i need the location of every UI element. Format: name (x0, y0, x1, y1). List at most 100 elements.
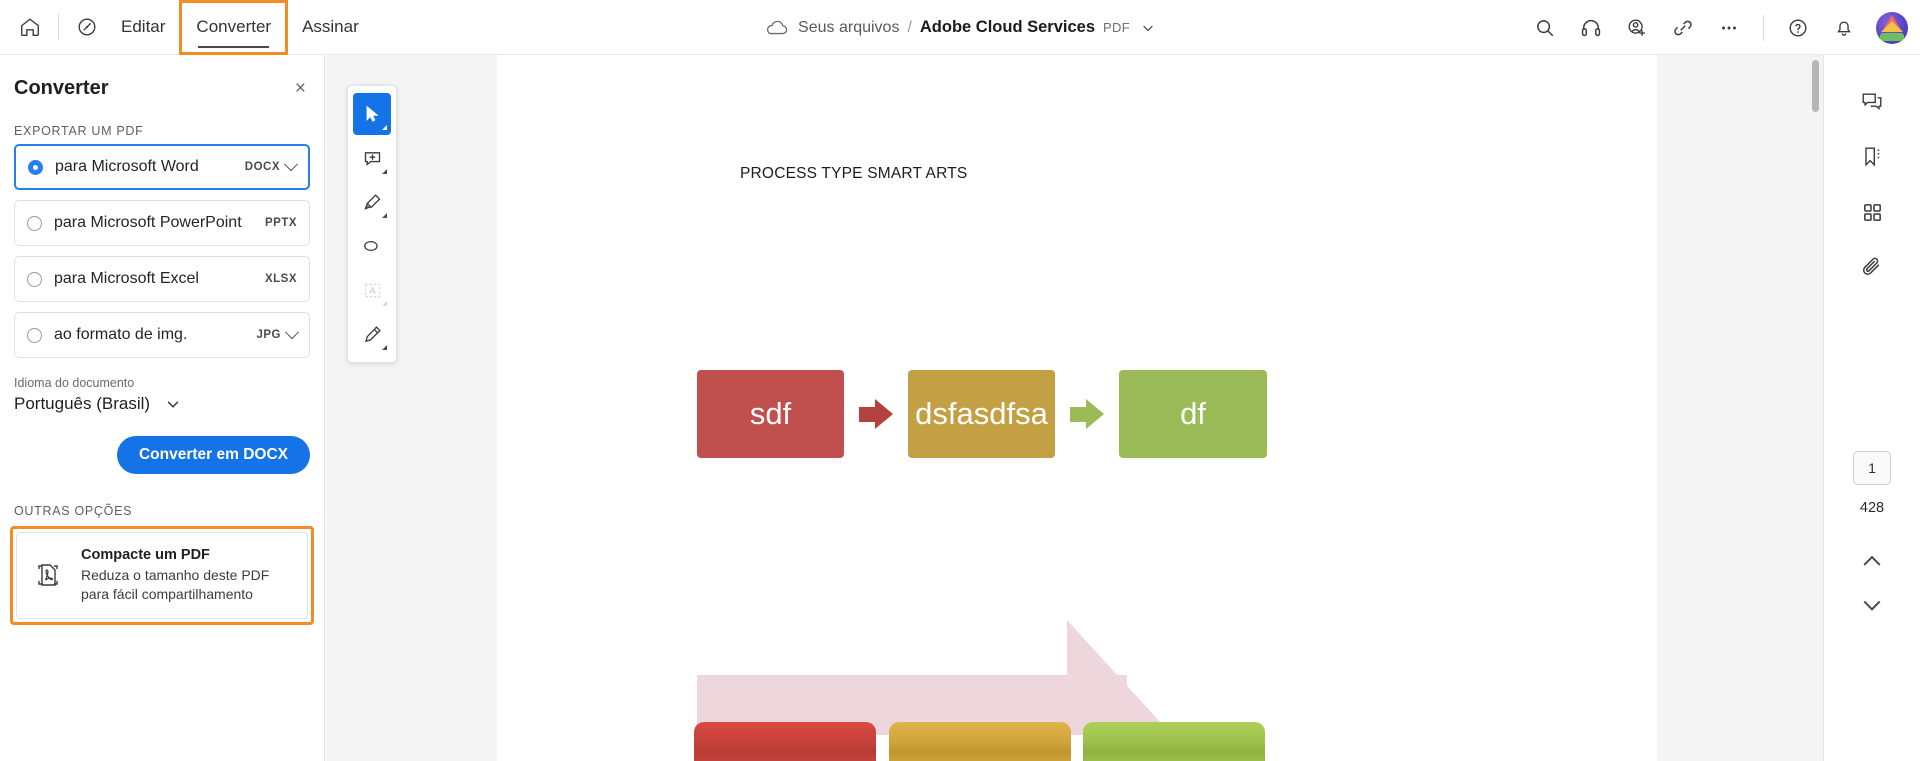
document-scrollbar[interactable] (1812, 60, 1819, 112)
notifications-bell-icon[interactable] (1824, 8, 1864, 48)
comments-panel-icon[interactable] (1851, 81, 1893, 123)
draw-lasso-tool[interactable] (353, 225, 391, 267)
export-option-excel-label: para Microsoft Excel (54, 270, 199, 287)
triangle-shape (1067, 620, 1172, 735)
chevron-up-icon (1863, 555, 1881, 573)
flow-arrow-1 (844, 399, 908, 429)
tab-assinar-label: Assinar (302, 17, 359, 36)
export-option-word-ext: DOCX (244, 161, 280, 173)
convert-button-wrapper: Converter em DOCX (0, 414, 324, 474)
radio-word[interactable] (28, 159, 43, 175)
current-page-input[interactable]: 1 (1853, 451, 1891, 485)
tab-converter[interactable]: Converter (179, 0, 289, 55)
help-icon[interactable] (1778, 8, 1818, 48)
home-icon[interactable] (10, 7, 50, 47)
page-thumbnails-icon[interactable] (1851, 191, 1893, 233)
chevron-down-icon[interactable] (164, 395, 182, 413)
link-icon[interactable] (1663, 8, 1703, 48)
export-section-label: EXPORTAR UM PDF (14, 124, 144, 138)
tool-expand-corner[interactable] (382, 213, 387, 218)
search-icon[interactable] (1525, 8, 1565, 48)
breadcrumb-folder[interactable]: Seus arquivos (798, 19, 899, 37)
radio-excel[interactable] (27, 271, 42, 287)
header-left-group: Editar Converter Assinar (0, 0, 373, 55)
convert-button[interactable]: Converter em DOCX (116, 436, 310, 474)
export-option-powerpoint[interactable]: para Microsoft PowerPoint PPTX (14, 200, 310, 246)
avatar[interactable] (1876, 11, 1908, 44)
export-option-excel[interactable]: para Microsoft Excel XLSX (14, 256, 310, 302)
header-right-divider (1763, 14, 1764, 41)
export-option-excel-right: XLSX (265, 273, 297, 285)
flow-box-2: dsfasdfsa (908, 370, 1055, 458)
recent-clock-icon[interactable] (67, 7, 107, 47)
add-person-icon[interactable] (1617, 8, 1657, 48)
export-option-word-left: para Microsoft Word (28, 158, 199, 176)
bottom-pill-green (1083, 722, 1265, 761)
avatar-shape-mid (1881, 20, 1903, 32)
add-comment-tool[interactable] (353, 137, 391, 179)
language-label: Idioma do documento (14, 376, 135, 390)
export-options-list: para Microsoft Word DOCX para Microsoft … (0, 144, 324, 358)
tab-editar-label: Editar (121, 17, 166, 36)
bookmarks-panel-icon[interactable] (1851, 136, 1893, 178)
smartart-bottom-graphic (672, 620, 1312, 761)
export-option-powerpoint-label: para Microsoft PowerPoint (54, 214, 242, 231)
arrow-head (875, 399, 893, 429)
page-title: Converter (14, 77, 109, 99)
language-value: Português (Brasil) (14, 394, 151, 413)
smartart-process-flow: sdf dsfasdfsa df (697, 370, 1267, 458)
avatar-shape-base (1880, 32, 1904, 41)
export-option-powerpoint-right: PPTX (265, 217, 297, 229)
export-option-image-right: JPG (256, 325, 300, 341)
document-viewer: PROCESS TYPE SMART ARTS sdf dsfasdfsa df (326, 55, 1823, 761)
right-sidebar: 1 428 (1823, 55, 1920, 761)
other-options-label: OUTRAS OPÇÕES (14, 504, 133, 518)
breadcrumb-separator: / (907, 18, 912, 36)
language-select[interactable]: Português (Brasil) (0, 392, 324, 414)
compress-pdf-icon (31, 558, 65, 592)
add-text-tool[interactable] (353, 269, 391, 311)
breadcrumb-file-name: Adobe Cloud Services (919, 18, 1096, 36)
tab-editar[interactable]: Editar (107, 0, 179, 55)
close-icon[interactable]: × (295, 79, 306, 98)
breadcrumb: Seus arquivos / Adobe Cloud Services PDF (764, 18, 1156, 37)
export-option-image-ext: JPG (256, 329, 281, 341)
compact-pdf-card[interactable]: Compacte um PDF Reduza o tamanho deste P… (16, 532, 308, 619)
tool-expand-corner[interactable] (382, 345, 387, 350)
arrow-right-icon (859, 399, 893, 429)
header-divider (58, 14, 59, 40)
header-right-group (1525, 0, 1908, 55)
compact-pdf-text: Compacte um PDF Reduza o tamanho deste P… (81, 547, 269, 604)
highlight-tool[interactable] (353, 181, 391, 223)
compact-pdf-description-line1: Reduza o tamanho deste PDF (81, 567, 270, 583)
previous-page-button[interactable] (1855, 545, 1889, 575)
file-menu-chevron-down-icon[interactable] (1140, 20, 1156, 36)
tab-assinar[interactable]: Assinar (288, 0, 373, 55)
more-options-icon[interactable] (1709, 8, 1749, 48)
export-option-word[interactable]: para Microsoft Word DOCX (14, 144, 310, 190)
chevron-down-icon[interactable] (283, 157, 299, 172)
next-page-button[interactable] (1855, 590, 1889, 620)
compact-pdf-highlight-frame: Compacte um PDF Reduza o tamanho deste P… (10, 526, 314, 625)
flow-arrow-2 (1055, 399, 1119, 429)
tool-expand-corner[interactable] (382, 301, 387, 306)
tool-expand-corner[interactable] (382, 169, 387, 174)
flow-box-3: df (1119, 370, 1267, 458)
arrow-right-icon (1070, 399, 1104, 429)
export-option-image[interactable]: ao formato de img. JPG (14, 312, 310, 358)
breadcrumb-file-type: PDF (1103, 20, 1130, 35)
tool-expand-corner[interactable] (382, 125, 387, 130)
radio-powerpoint[interactable] (27, 215, 42, 231)
select-tool[interactable] (353, 93, 391, 135)
headphones-icon[interactable] (1571, 8, 1611, 48)
export-option-powerpoint-ext: PPTX (264, 217, 297, 229)
signature-tool[interactable] (353, 313, 391, 355)
bottom-pill-red (694, 722, 876, 761)
attachments-icon[interactable] (1851, 246, 1893, 288)
export-option-excel-ext: XLSX (264, 273, 297, 285)
converter-panel: Converter × EXPORTAR UM PDF para Microso… (0, 55, 325, 761)
converter-panel-header: Converter × (0, 55, 324, 110)
radio-image[interactable] (27, 327, 42, 343)
chevron-down-icon[interactable] (284, 325, 300, 340)
compact-pdf-description-line2: para fácil compartilhamento (81, 585, 253, 602)
